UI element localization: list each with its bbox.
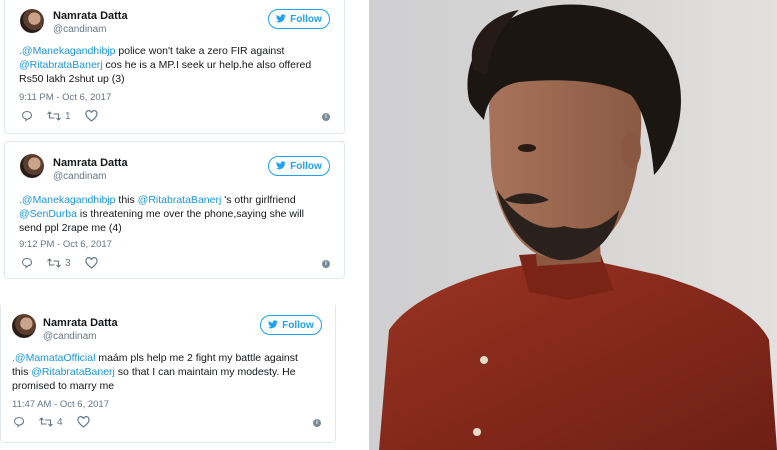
heart-icon	[85, 257, 98, 269]
info-icon[interactable]: i	[322, 260, 330, 268]
tweet-actions: 3	[21, 257, 98, 269]
reply-button[interactable]	[21, 257, 33, 269]
info-icon[interactable]: i	[322, 113, 330, 121]
reply-button[interactable]	[21, 110, 33, 122]
tweet-text-line: send ppl 2rape me (4)	[19, 221, 304, 235]
tweet-text-line: this @RitabrataBanerj so that I can main…	[12, 365, 298, 379]
tweet-text-segment: maám pls help me 2 fight my battle again…	[95, 352, 298, 364]
retweet-count: 3	[65, 257, 71, 269]
retweet-count: 1	[65, 110, 71, 122]
like-button[interactable]	[85, 257, 98, 269]
tweet-text-line: .@Manekagandhibjp police won't take a ze…	[19, 44, 311, 58]
retweet-count: 4	[57, 416, 63, 428]
follow-button[interactable]: Follow	[268, 9, 330, 29]
tweet-text-line: @RitabrataBanerj cos he is a MP.I seek u…	[19, 58, 311, 72]
retweet-button[interactable]: 4	[39, 416, 63, 428]
author-name[interactable]: Namrata Datta	[43, 317, 118, 329]
follow-label: Follow	[290, 160, 322, 172]
tweet-text-segment: police won't take a zero FIR against	[115, 45, 285, 57]
author-handle[interactable]: @candinam	[53, 24, 107, 35]
heart-icon	[77, 416, 90, 428]
tweet-text-line: promised to marry me	[12, 379, 298, 393]
reply-icon	[13, 416, 25, 428]
follow-label: Follow	[290, 13, 322, 25]
tweet-text-segment: cos he is a MP.I seek ur help.he also of…	[102, 59, 312, 71]
tweet-text-line: @SenDurba is threatening me over the pho…	[19, 207, 304, 221]
mention-link[interactable]: @RitabrataBanerj	[138, 194, 222, 206]
mention-link[interactable]: @SenDurba	[19, 208, 77, 220]
author-name[interactable]: Namrata Datta	[53, 157, 128, 169]
author-handle[interactable]: @candinam	[53, 171, 107, 182]
retweet-icon	[47, 258, 61, 268]
reply-icon	[21, 110, 33, 122]
twitter-bird-icon	[276, 13, 286, 25]
tweet-actions: 4	[13, 416, 90, 428]
tweet-actions: 1	[21, 110, 98, 122]
tweet-timestamp[interactable]: 9:11 PM - Oct 6, 2017	[19, 92, 111, 103]
tweet-text-segment: is threatening me over the phone,saying …	[76, 208, 305, 220]
tweet-text-segment: send ppl 2rape me (4)	[19, 222, 122, 234]
retweet-button[interactable]: 3	[47, 257, 71, 269]
tweet-text-segment: this	[12, 366, 32, 378]
tweet-timestamp[interactable]: 9:12 PM - Oct 6, 2017	[19, 239, 112, 250]
man-portrait-illustration	[379, 4, 777, 450]
tweet-text-segment: promised to marry me	[12, 380, 115, 392]
tweet-timestamp[interactable]: 11:47 AM - Oct 6, 2017	[12, 399, 109, 410]
follow-button[interactable]: Follow	[268, 156, 330, 176]
follow-button[interactable]: Follow	[260, 315, 322, 335]
twitter-bird-icon	[268, 319, 278, 331]
reply-button[interactable]	[13, 416, 25, 428]
tweet-card: Namrata Datta @candinam Follow .@Manekag…	[4, 141, 345, 279]
mention-link[interactable]: @RitabrataBanerj	[31, 366, 115, 378]
tweet-text-segment: Rs50 lakh 2shut up (3)	[19, 73, 125, 85]
author-name[interactable]: Namrata Datta	[53, 10, 128, 22]
author-handle[interactable]: @candinam	[43, 331, 97, 342]
mention-link[interactable]: .@MamataOfficial	[12, 352, 95, 364]
tweet-text: .@Manekagandhibjp police won't take a ze…	[19, 44, 311, 86]
tweet-text-line: .@MamataOfficial maám pls help me 2 figh…	[12, 351, 298, 365]
like-button[interactable]	[77, 416, 90, 428]
tweets-column: Namrata Datta @candinam Follow .@Manekag…	[0, 0, 368, 450]
tweet-text-line: .@Manekagandhibjp this @RitabrataBanerj …	[19, 193, 304, 207]
avatar[interactable]	[20, 154, 44, 178]
heart-icon	[85, 110, 98, 122]
tweet-card: Namrata Datta @candinam Follow .@Manekag…	[4, 0, 345, 134]
tweet-text-segment: 's othr girlfriend	[221, 194, 296, 206]
twitter-bird-icon	[276, 160, 286, 172]
retweet-icon	[47, 111, 61, 121]
info-icon[interactable]: i	[313, 419, 321, 427]
tweet-card: Namrata Datta @candinam Follow .@MamataO…	[0, 303, 336, 443]
follow-label: Follow	[282, 319, 314, 331]
portrait-photo	[369, 0, 777, 450]
avatar[interactable]	[12, 314, 36, 338]
avatar[interactable]	[20, 9, 44, 33]
tweet-text-segment: so that I can maintain my modesty. He	[114, 366, 296, 378]
mention-link[interactable]: .@Manekagandhibjp	[19, 194, 115, 206]
retweet-button[interactable]: 1	[47, 110, 71, 122]
like-button[interactable]	[85, 110, 98, 122]
mention-link[interactable]: @RitabrataBanerj	[19, 59, 103, 71]
mention-link[interactable]: .@Manekagandhibjp	[19, 45, 115, 57]
tweet-text: .@MamataOfficial maám pls help me 2 figh…	[12, 351, 298, 393]
tweet-text-segment: this	[115, 194, 138, 206]
tweet-text: .@Manekagandhibjp this @RitabrataBanerj …	[19, 193, 304, 235]
tweet-text-line: Rs50 lakh 2shut up (3)	[19, 72, 311, 86]
reply-icon	[21, 257, 33, 269]
retweet-icon	[39, 417, 53, 427]
